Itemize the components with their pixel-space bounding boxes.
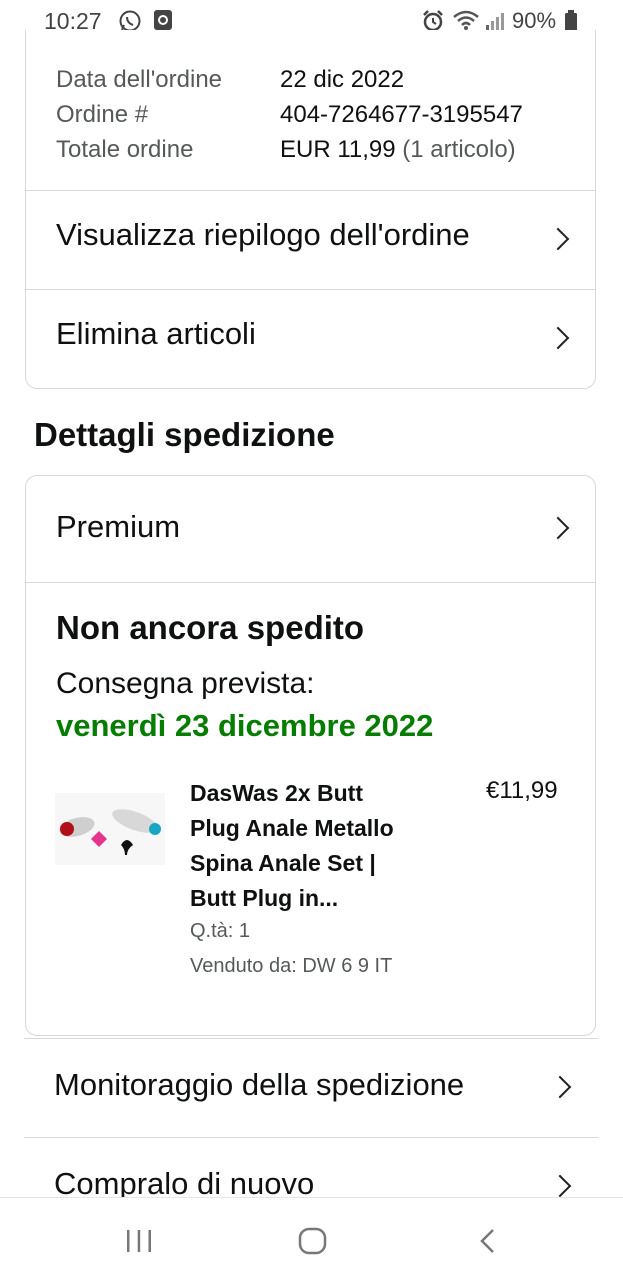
recent-apps-icon[interactable] xyxy=(125,1229,153,1253)
view-order-summary-row[interactable]: Visualizza riepilogo dell'ordine xyxy=(26,191,595,288)
product-price: €11,99 xyxy=(486,777,558,804)
product-seller: Venduto da: DW 6 9 IT xyxy=(190,955,393,977)
product-title-line: Spina Anale Set | xyxy=(190,850,376,876)
chevron-right-icon xyxy=(546,516,570,540)
signal-icon xyxy=(486,13,504,31)
order-date-value: 22 dic 2022 xyxy=(280,66,405,93)
order-date-label: Data dell'ordine xyxy=(56,66,223,93)
order-total-amount: EUR 11,99 xyxy=(280,136,396,163)
chevron-right-icon xyxy=(546,227,570,251)
order-number-label: Ordine # xyxy=(56,101,149,128)
home-icon[interactable] xyxy=(298,1227,328,1255)
view-order-summary-label: Visualizza riepilogo dell'ordine xyxy=(56,217,470,252)
premium-label: Premium xyxy=(56,509,181,544)
track-shipment-row[interactable]: Monitoraggio della spedizione xyxy=(24,1039,598,1137)
product-title-line: DasWas 2x Butt xyxy=(190,780,363,806)
product-image[interactable] xyxy=(55,793,165,865)
shipment-status: Non ancora spedito xyxy=(56,609,365,646)
divider xyxy=(26,582,595,583)
product-title[interactable]: DasWas 2x Butt Plug Anale Metallo Spina … xyxy=(190,776,430,916)
back-icon[interactable] xyxy=(477,1228,499,1254)
order-total-items: (1 articolo) xyxy=(402,136,516,163)
delete-items-row[interactable]: Elimina articoli xyxy=(26,290,595,388)
order-total-label: Totale ordine xyxy=(56,136,194,163)
delete-items-label: Elimina articoli xyxy=(56,316,256,351)
order-total-value: EUR 11,99 (1 articolo) xyxy=(280,136,516,164)
product-title-line: Plug Anale Metallo xyxy=(190,815,394,841)
product-thumbnail-graphic xyxy=(59,809,161,855)
chevron-right-icon xyxy=(546,326,570,350)
track-shipment-label: Monitoraggio della spedizione xyxy=(54,1067,465,1102)
chevron-right-icon xyxy=(548,1075,572,1099)
chevron-right-icon xyxy=(548,1174,572,1197)
wifi-icon xyxy=(453,10,479,30)
delivery-date: venerdì 23 dicembre 2022 xyxy=(56,708,434,743)
buy-again-row[interactable]: Compralo di nuovo xyxy=(24,1138,598,1197)
buy-again-label: Compralo di nuovo xyxy=(54,1166,315,1197)
battery-icon xyxy=(565,10,577,32)
shipping-details-title: Dettagli spedizione xyxy=(34,416,335,453)
premium-row[interactable]: Premium xyxy=(26,476,595,581)
delivery-estimate-label: Consegna prevista: xyxy=(56,667,315,700)
product-title-line: Butt Plug in... xyxy=(190,885,339,911)
order-number-value: 404-7264677-3195547 xyxy=(280,101,523,128)
app-notification-icon xyxy=(154,10,172,30)
system-navigation-bar xyxy=(0,1197,623,1281)
product-quantity: Q.tà: 1 xyxy=(190,920,251,942)
